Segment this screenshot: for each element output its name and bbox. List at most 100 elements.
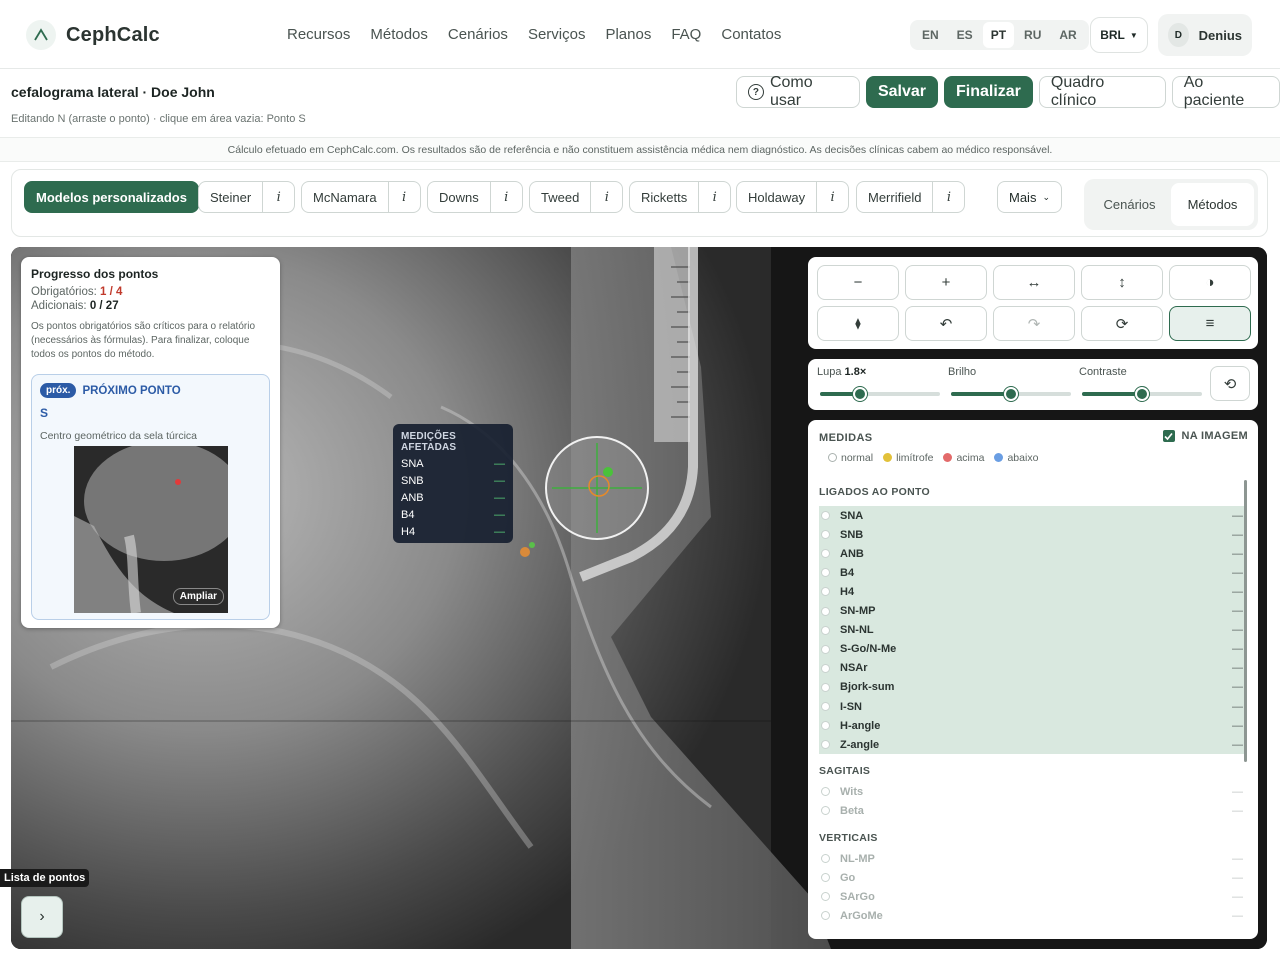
undo-button[interactable]: ↶ [905,306,987,341]
measure-row[interactable]: Go — [819,868,1247,887]
measure-row[interactable]: SN-NL — [819,621,1247,640]
custom-models-button[interactable]: Modelos personalizados [24,181,199,213]
measure-row[interactable]: B4 — [819,563,1247,582]
info-icon[interactable]: i [816,182,848,212]
radio-icon[interactable] [821,644,830,654]
lang-ar[interactable]: AR [1051,22,1084,48]
brand-logo[interactable]: CephCalc [26,20,160,50]
on-image-toggle[interactable]: NA IMAGEM [1162,430,1248,442]
measure-row[interactable]: I-SN — [819,697,1247,716]
measure-row[interactable]: S-Go/N-Me — [819,640,1247,659]
marker-button[interactable]: ⧫ [817,306,899,341]
info-icon[interactable]: i [489,182,522,212]
user-menu[interactable]: D Denius [1158,14,1252,56]
radio-icon[interactable] [821,568,830,578]
measure-row[interactable]: SNA — [819,506,1247,525]
lang-pt[interactable]: PT [982,22,1015,48]
nav-item-servicos[interactable]: Serviços [528,26,586,43]
measure-row[interactable]: SArGo — [819,887,1247,906]
radio-icon[interactable] [821,740,830,750]
currency-select[interactable]: BRL ▼ [1090,17,1148,53]
radio-icon[interactable] [821,702,830,711]
lang-es[interactable]: ES [949,22,981,48]
radio-icon[interactable] [821,854,830,863]
reset-adjustments-button[interactable]: ⟲ [1210,366,1250,401]
nav-item-contatos[interactable]: Contatos [721,26,781,43]
patient-button[interactable]: Ao paciente [1171,74,1280,109]
brightness-slider[interactable] [951,387,1071,401]
measure-row[interactable]: Bjork-sum — [819,678,1247,697]
radio-icon[interactable] [821,873,830,882]
zoom-in-button[interactable]: + [905,265,987,300]
flip-vertical-button[interactable]: ↕ [1081,265,1163,300]
expand-button[interactable]: Ampliar [172,588,224,605]
measure-row[interactable]: SN-MP — [819,602,1247,621]
measure-row[interactable]: H4 — [819,582,1247,601]
lang-ru[interactable]: RU [1016,22,1049,48]
info-icon[interactable]: i [387,182,420,212]
settings-button[interactable]: ≡ [1169,306,1251,341]
nav-item-planos[interactable]: Planos [605,26,651,43]
info-icon[interactable]: i [698,182,730,212]
radio-icon[interactable] [821,606,830,616]
radio-icon[interactable] [821,892,830,901]
radio-icon[interactable] [821,511,830,520]
radio-icon[interactable] [821,587,830,597]
info-icon[interactable]: i [590,182,622,212]
radio-icon[interactable] [821,625,830,635]
contrast-handle[interactable] [1135,387,1149,401]
tab-scenarios[interactable]: Cenários [1088,183,1171,226]
info-icon[interactable]: i [932,182,964,212]
method-tweed-button[interactable]: Tweed [530,182,590,212]
measure-row[interactable]: H-angle — [819,716,1247,735]
rotate-button[interactable]: ⟳ [1081,306,1163,341]
info-icon[interactable]: i [262,182,294,212]
measure-row[interactable]: ArGoMe — [819,906,1247,925]
radio-icon[interactable] [821,530,830,540]
measure-row[interactable]: Z-angle — [819,735,1247,754]
reference-thumbnail[interactable]: Ampliar [74,446,228,613]
checkbox-icon[interactable] [1162,430,1175,442]
radio-icon[interactable] [821,911,830,920]
measure-row[interactable]: NSAr — [819,659,1247,678]
radio-icon[interactable] [821,721,830,731]
nav-item-faq[interactable]: FAQ [671,26,701,43]
clinical-button[interactable]: Quadro clínico [1038,74,1166,109]
radio-icon[interactable] [821,682,830,692]
measure-row[interactable]: Beta — [819,801,1247,820]
more-methods-button[interactable]: Mais ⌄ [997,181,1062,213]
radio-icon[interactable] [821,549,830,559]
measure-row[interactable]: ANB — [819,544,1247,563]
magnifier-lens[interactable] [545,436,649,540]
nav-item-recursos[interactable]: Recursos [287,26,350,43]
flip-horizontal-button[interactable]: ↔ [993,265,1075,300]
method-downs-button[interactable]: Downs [428,182,490,212]
redo-button[interactable]: ↷ [993,306,1075,341]
method-mcnamara-button[interactable]: McNamara [302,182,388,212]
contrast-slider[interactable] [1082,387,1202,401]
lang-en[interactable]: EN [914,22,947,48]
radio-icon[interactable] [821,787,830,796]
nav-item-metodos[interactable]: Métodos [370,26,428,43]
save-button[interactable]: Salvar [865,76,938,108]
finish-button[interactable]: Finalizar [943,76,1033,108]
invert-button[interactable]: ◑ [1169,265,1251,300]
radio-icon[interactable] [821,663,830,673]
how-to-button[interactable]: ? Como usar [736,74,860,109]
lupa-slider[interactable] [820,387,940,401]
method-merrifield-button[interactable]: Merrifield [857,182,932,212]
method-steiner-button[interactable]: Steiner [199,182,262,212]
zoom-out-button[interactable]: − [817,265,899,300]
measures-scrollbar[interactable] [1244,480,1247,762]
tab-methods[interactable]: Métodos [1171,183,1254,226]
lupa-handle[interactable] [852,387,867,401]
points-list-toggle[interactable]: › [21,896,63,938]
brightness-handle[interactable] [1004,387,1018,401]
measure-row[interactable]: Wits — [819,782,1247,801]
method-holdaway-button[interactable]: Holdaway [737,182,816,212]
measure-row[interactable]: NL-MP — [819,849,1247,868]
nav-item-cenarios[interactable]: Cenários [448,26,508,43]
method-ricketts-button[interactable]: Ricketts [630,182,698,212]
measure-row[interactable]: SNB — [819,525,1247,544]
radio-icon[interactable] [821,806,830,815]
